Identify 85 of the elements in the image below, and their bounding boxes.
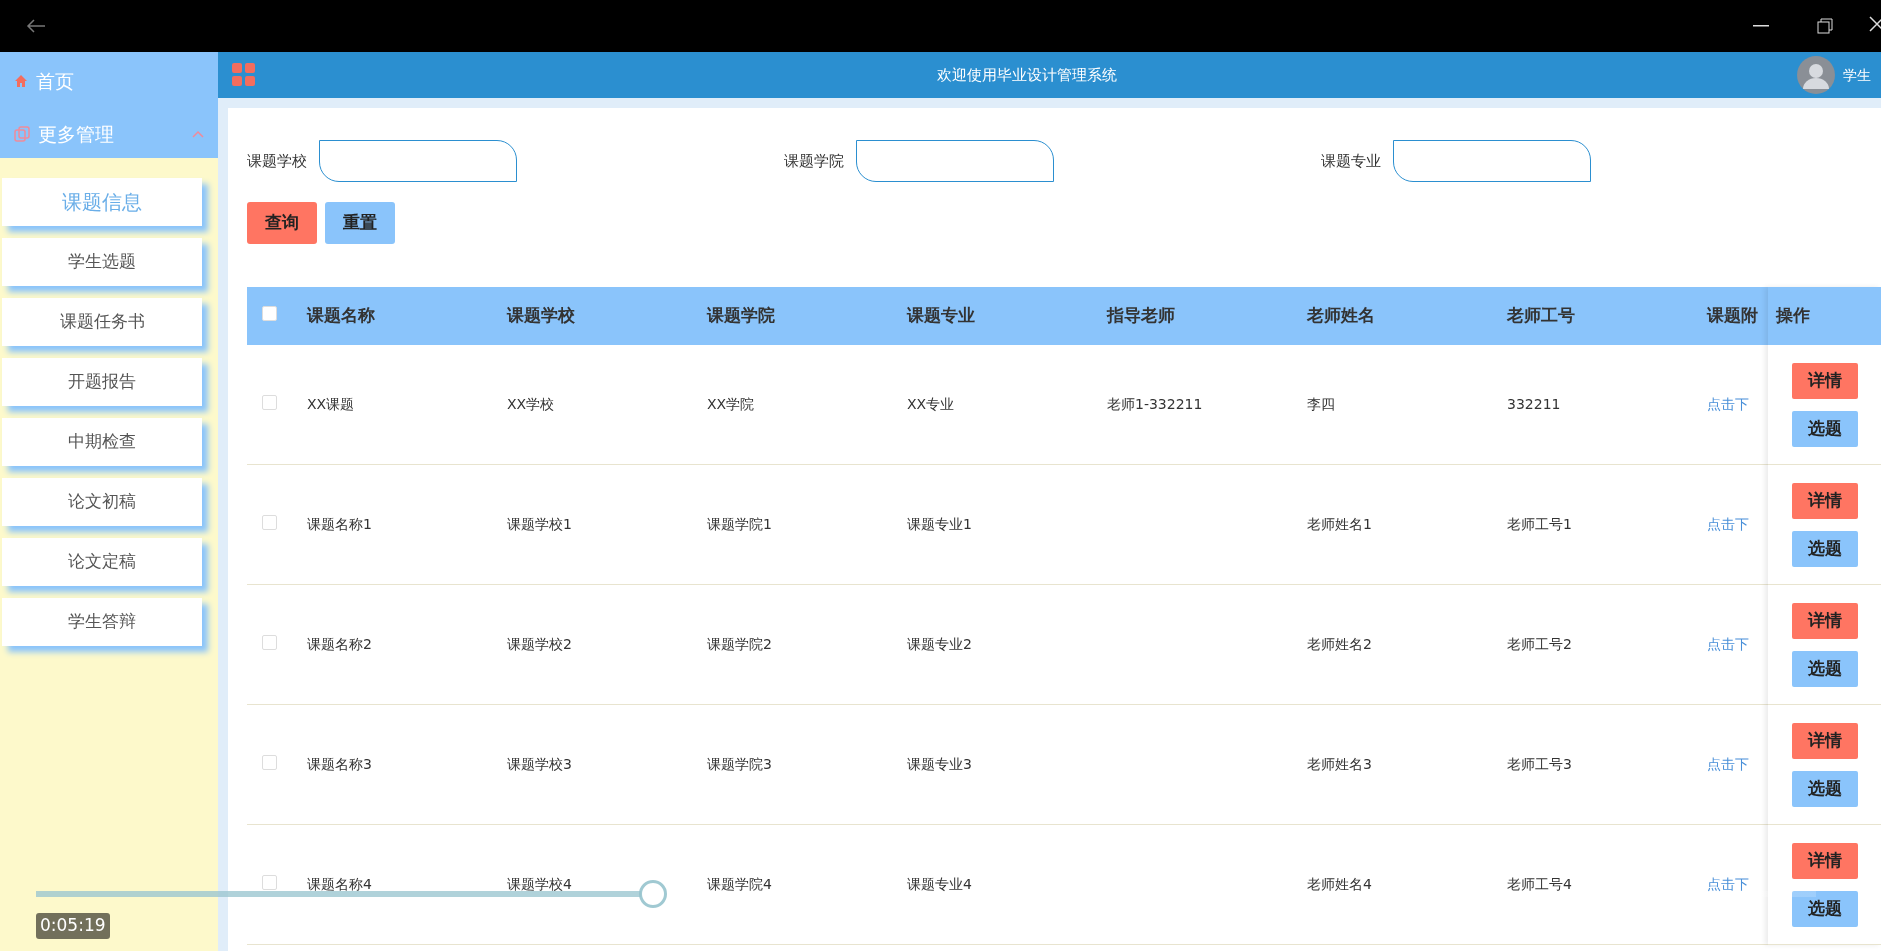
table-cell: XX专业 xyxy=(907,396,955,412)
details-button[interactable]: 详情 xyxy=(1791,602,1858,639)
download-link[interactable]: 点击下 xyxy=(1707,636,1749,652)
table-cell: 课题学院3 xyxy=(707,756,772,772)
table-cell: 332211 xyxy=(1507,396,1561,412)
search-button[interactable]: 查询 xyxy=(247,202,317,244)
seek-handle[interactable] xyxy=(639,880,668,908)
details-button[interactable]: 详情 xyxy=(1791,842,1858,879)
checkbox[interactable] xyxy=(262,754,277,770)
table-cell: 老师工号4 xyxy=(1507,876,1572,892)
column-header: 指导老师 xyxy=(1107,305,1175,326)
search-field[interactable] xyxy=(319,140,517,182)
field-label: 课题专业 xyxy=(1321,150,1381,172)
table-cell: 李四 xyxy=(1307,396,1335,412)
field-label: 课题学校 xyxy=(247,150,307,172)
sidebar-item[interactable]: 论文定稿 xyxy=(2,538,202,586)
table-cell: 课题学校1 xyxy=(507,516,572,532)
column-header: 课题名称 xyxy=(307,305,375,326)
select-button[interactable]: 选题 xyxy=(1791,890,1858,927)
download-link[interactable]: 点击下 xyxy=(1707,516,1749,532)
table-cell: 课题名称3 xyxy=(307,756,372,772)
table-cell: 课题学院1 xyxy=(707,516,772,532)
table-cell: 课题名称1 xyxy=(307,516,372,532)
table-cell: 课题学校3 xyxy=(507,756,572,772)
table-cell: 课题学校2 xyxy=(507,636,572,652)
select-button[interactable]: 选题 xyxy=(1791,410,1858,447)
table-cell: 课题专业3 xyxy=(907,756,972,772)
details-button[interactable]: 详情 xyxy=(1791,482,1858,519)
table-cell: 课题学院4 xyxy=(707,876,772,892)
download-link[interactable]: 点击下 xyxy=(1707,396,1749,412)
search-field[interactable] xyxy=(1393,140,1591,182)
column-header: 课题学校 xyxy=(507,305,575,326)
user-name[interactable]: 学生 xyxy=(1843,64,1871,86)
table-cell: 课题学院2 xyxy=(707,636,772,652)
select-button[interactable]: 选题 xyxy=(1791,530,1858,567)
table-cell: 老师1-332211 xyxy=(1107,396,1203,412)
sidebar-item[interactable]: 学生答辩 xyxy=(2,598,202,646)
sidebar-item[interactable]: 论文初稿 xyxy=(2,478,202,526)
table-cell: 课题专业2 xyxy=(907,636,972,652)
checkbox[interactable] xyxy=(262,874,277,890)
search-field[interactable] xyxy=(856,140,1054,182)
checkbox[interactable] xyxy=(262,634,277,650)
table-cell: 老师工号3 xyxy=(1507,756,1572,772)
column-header: 老师姓名 xyxy=(1307,305,1375,326)
sidebar-item[interactable]: 中期检查 xyxy=(2,418,202,466)
table-cell: 课题名称2 xyxy=(307,636,372,652)
table-cell: 老师工号1 xyxy=(1507,516,1572,532)
column-header: 课题学院 xyxy=(707,305,775,326)
column-header: 课题专业 xyxy=(907,305,975,326)
table-cell: XX课题 xyxy=(307,396,355,412)
table-cell: 老师姓名2 xyxy=(1307,636,1372,652)
table-cell: XX学校 xyxy=(507,396,555,412)
sidebar-item[interactable]: 开题报告 xyxy=(2,358,202,406)
checkbox[interactable] xyxy=(262,306,277,321)
table-cell: XX学院 xyxy=(707,396,755,412)
table-cell: 课题学校4 xyxy=(507,876,572,892)
table-cell: 老师姓名1 xyxy=(1307,516,1372,532)
table-cell: 课题名称4 xyxy=(307,876,372,892)
app-title: 欢迎使用毕业设计管理系统 xyxy=(936,66,1117,84)
caret-icon[interactable] xyxy=(192,130,204,138)
home-icon xyxy=(14,74,28,88)
field-label: 课题学院 xyxy=(784,150,844,172)
avatar-icon[interactable] xyxy=(1797,56,1835,94)
column-header: 课题附 xyxy=(1707,305,1758,326)
table-cell: 课题专业1 xyxy=(907,516,972,532)
download-link[interactable]: 点击下 xyxy=(1707,876,1749,892)
elapsed-time: 0:05:19 xyxy=(36,913,110,939)
download-link[interactable]: 点击下 xyxy=(1707,756,1749,772)
table-cell: 老师姓名4 xyxy=(1307,876,1372,892)
grid-icon[interactable] xyxy=(232,63,256,87)
table-cell: 老师工号2 xyxy=(1507,636,1572,652)
table-cell: 老师姓名3 xyxy=(1307,756,1372,772)
column-header: 操作 xyxy=(1776,304,1810,328)
checkbox[interactable] xyxy=(262,394,277,410)
select-button[interactable]: 选题 xyxy=(1791,650,1858,687)
sidebar-item[interactable]: 课题任务书 xyxy=(2,298,202,346)
select-button[interactable]: 选题 xyxy=(1791,770,1858,807)
details-button[interactable]: 详情 xyxy=(1791,722,1858,759)
column-header: 老师工号 xyxy=(1507,305,1575,326)
details-button[interactable]: 详情 xyxy=(1791,362,1858,399)
checkbox[interactable] xyxy=(262,514,277,530)
sidebar-item[interactable]: 学生选题 xyxy=(2,238,202,286)
copy-icon xyxy=(14,126,30,142)
table-cell: 课题专业4 xyxy=(907,876,972,892)
reset-button[interactable]: 重置 xyxy=(325,202,395,244)
